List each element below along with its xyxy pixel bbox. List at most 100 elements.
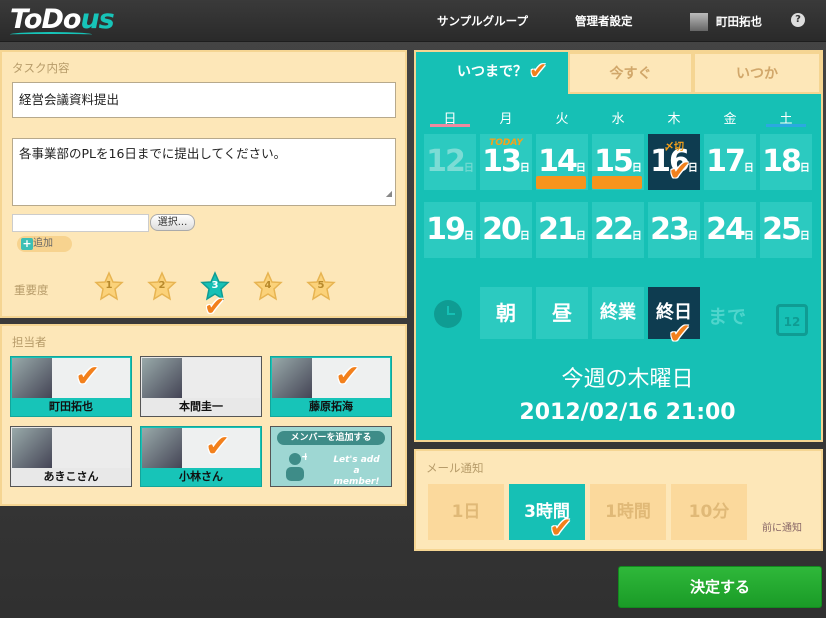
day-number: 23 xyxy=(650,212,690,247)
until-label: まで xyxy=(708,306,747,328)
day-suffix: 日 xyxy=(575,231,586,242)
calendar-day-20[interactable]: 20日 xyxy=(480,202,532,258)
tab-deadline-label: いつまで？ xyxy=(457,64,527,80)
day-suffix: 日 xyxy=(631,163,642,174)
check-icon: ✔ xyxy=(335,359,361,394)
time-option-button[interactable]: 昼 xyxy=(536,287,588,339)
time-option-button[interactable]: 朝 xyxy=(480,287,532,339)
weekday-label: 金 xyxy=(723,112,737,127)
importance-star-4[interactable]: 4 xyxy=(253,271,283,301)
importance-star-1[interactable]: 1 xyxy=(94,271,124,301)
day-number: 13 xyxy=(482,144,522,179)
assignee-card[interactable]: ✔ 小林さん xyxy=(140,426,262,487)
assignee-card[interactable]: ✔ 藤原拓海 xyxy=(270,356,392,417)
assignee-section-label: 担当者 xyxy=(12,335,47,349)
calendar-day-25[interactable]: 25日 xyxy=(760,202,812,258)
calendar-day-12[interactable]: 12日 xyxy=(424,134,476,190)
check-icon: ✔ xyxy=(204,292,226,322)
avatar xyxy=(142,428,182,468)
select-file-button[interactable]: 選択... xyxy=(150,214,195,231)
mail-option-button[interactable]: 1日 xyxy=(428,484,504,540)
tab-deadline[interactable]: いつまで？ ✔ xyxy=(416,52,568,94)
mail-option-button[interactable]: 3時間 xyxy=(509,484,585,540)
assignee-card[interactable]: ✔ 町田拓也 xyxy=(10,356,132,417)
calendar-day-24[interactable]: 24日 xyxy=(704,202,756,258)
add-label: 追加 xyxy=(33,238,53,249)
day-suffix: 日 xyxy=(687,231,698,242)
task-section-label: タスク内容 xyxy=(12,61,70,75)
deadline-panel: いつまで？ ✔ 今すぐ いつか 日月火水木金土 12日 TODAY 13日 14日 15日… xyxy=(414,50,823,442)
assignee-panel: 担当者 ✔ 町田拓也 本間圭一 ✔ 藤原拓海あきこさん ✔ 小林さん メンバーを追加する +… xyxy=(0,324,407,506)
deadline-tabs: いつまで？ ✔ 今すぐ いつか xyxy=(416,52,821,94)
day-suffix: 日 xyxy=(631,231,642,242)
tab-now[interactable]: 今すぐ xyxy=(568,52,693,94)
star-number: 4 xyxy=(264,280,272,291)
svg-text:+: + xyxy=(301,451,307,463)
add-attachment-button[interactable]: + 追加 xyxy=(17,236,72,252)
assignee-card[interactable]: あきこさん xyxy=(10,426,132,487)
day-suffix: 日 xyxy=(743,231,754,242)
star-number: 3 xyxy=(211,280,219,291)
time-option-button[interactable]: 終業 xyxy=(592,287,644,339)
deadline-summary: 今週の木曜日 2012/02/16 21:00 xyxy=(490,357,765,437)
add-member-english: Let's add a member! xyxy=(333,455,380,487)
check-icon: ✔ xyxy=(529,59,548,84)
check-icon: ✔ xyxy=(75,359,101,394)
avatar xyxy=(12,358,52,398)
day-number: 15 xyxy=(594,144,634,179)
add-member-button[interactable]: メンバーを追加する + Let's add a member! xyxy=(270,426,392,487)
mail-option-button[interactable]: 1時間 xyxy=(590,484,666,540)
calendar-day-19[interactable]: 19日 xyxy=(424,202,476,258)
day-number: 24 xyxy=(706,212,746,247)
check-icon: ✔ xyxy=(205,429,231,464)
submit-button[interactable]: 決定する xyxy=(618,566,822,608)
notify-before-label: 前に通知 xyxy=(762,523,802,534)
resize-handle-icon[interactable]: ◢ xyxy=(386,186,392,202)
day-suffix: 日 xyxy=(463,163,474,174)
day-suffix: 日 xyxy=(463,231,474,242)
nav-user[interactable]: 町田拓也 xyxy=(690,13,762,31)
avatar xyxy=(142,358,182,398)
day-suffix: 日 xyxy=(799,163,810,174)
calendar-day-17[interactable]: 17日 xyxy=(704,134,756,190)
calendar-icon[interactable]: 12 xyxy=(776,304,808,336)
mail-option-button[interactable]: 10分 xyxy=(671,484,747,540)
calendar-day-13[interactable]: TODAY 13日 xyxy=(480,134,532,190)
day-number: 21 xyxy=(538,212,578,247)
calendar-day-22[interactable]: 22日 xyxy=(592,202,644,258)
weekday-label: 火 xyxy=(555,112,569,127)
day-number: 14 xyxy=(538,144,578,179)
nav-group-link[interactable]: サンプルグループ xyxy=(437,13,528,29)
avatar xyxy=(272,358,312,398)
day-number: 20 xyxy=(482,212,522,247)
nav-admin-link[interactable]: 管理者設定 xyxy=(575,13,633,29)
tab-someday[interactable]: いつか xyxy=(693,52,821,94)
logo[interactable]: ToDous xyxy=(10,4,115,35)
avatar xyxy=(12,428,52,468)
importance-label: 重要度 xyxy=(14,283,49,297)
help-icon[interactable]: ? xyxy=(791,13,805,27)
assignee-name: 小林さん xyxy=(141,468,261,486)
assignee-card[interactable]: 本間圭一 xyxy=(140,356,262,417)
day-suffix: 日 xyxy=(519,163,530,174)
deadline-datetime: 2012/02/16 21:00 xyxy=(519,400,736,425)
day-number: 12 xyxy=(426,144,466,179)
task-panel: タスク内容 経営会議資料提出 各事業部のPLを16日までに提出してください。 ◢ … xyxy=(0,50,407,322)
assignee-name: 本間圭一 xyxy=(179,400,223,413)
calendar-day-21[interactable]: 21日 xyxy=(536,202,588,258)
day-number: 18 xyxy=(762,144,802,179)
importance-star-5[interactable]: 5 xyxy=(306,271,336,301)
mail-notify-panel: メール通知 1日 3時間 ✔ 1時間 10分 前に通知 xyxy=(414,449,823,551)
task-title-input[interactable]: 経営会議資料提出 xyxy=(12,82,396,118)
importance-star-2[interactable]: 2 xyxy=(147,271,177,301)
calendar-day-23[interactable]: 23日 xyxy=(648,202,700,258)
person-add-icon: + xyxy=(286,451,307,481)
task-description-textarea[interactable]: 各事業部のPLを16日までに提出してください。 ◢ xyxy=(12,138,396,206)
file-input[interactable] xyxy=(12,214,149,232)
star-number: 1 xyxy=(105,280,113,291)
weekday-underline xyxy=(766,124,806,127)
weekday-label: 木 xyxy=(667,112,681,127)
day-suffix: 日 xyxy=(519,231,530,242)
calendar-day-18[interactable]: 18日 xyxy=(760,134,812,190)
day-number: 19 xyxy=(426,212,466,247)
